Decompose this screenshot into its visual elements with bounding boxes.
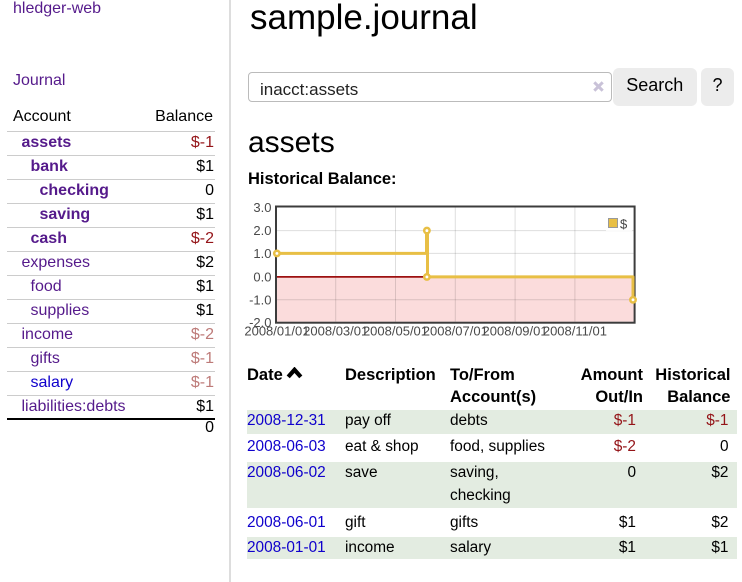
svg-text:2008/07/01: 2008/07/01 [423,324,488,339]
svg-text:2008/11/01: 2008/11/01 [543,324,607,339]
svg-text:$: $ [620,217,628,232]
svg-text:3.0: 3.0 [253,200,271,215]
svg-text:0.0: 0.0 [253,269,271,284]
svg-text:1.0: 1.0 [253,246,271,261]
svg-text:2008/03/01: 2008/03/01 [303,324,368,339]
svg-text:-1.0: -1.0 [249,292,271,307]
svg-text:2008/01/01: 2008/01/01 [244,324,309,339]
svg-text:2008/05/01: 2008/05/01 [363,324,428,339]
svg-text:2.0: 2.0 [253,223,271,238]
svg-text:2008/09/01: 2008/09/01 [483,324,548,339]
